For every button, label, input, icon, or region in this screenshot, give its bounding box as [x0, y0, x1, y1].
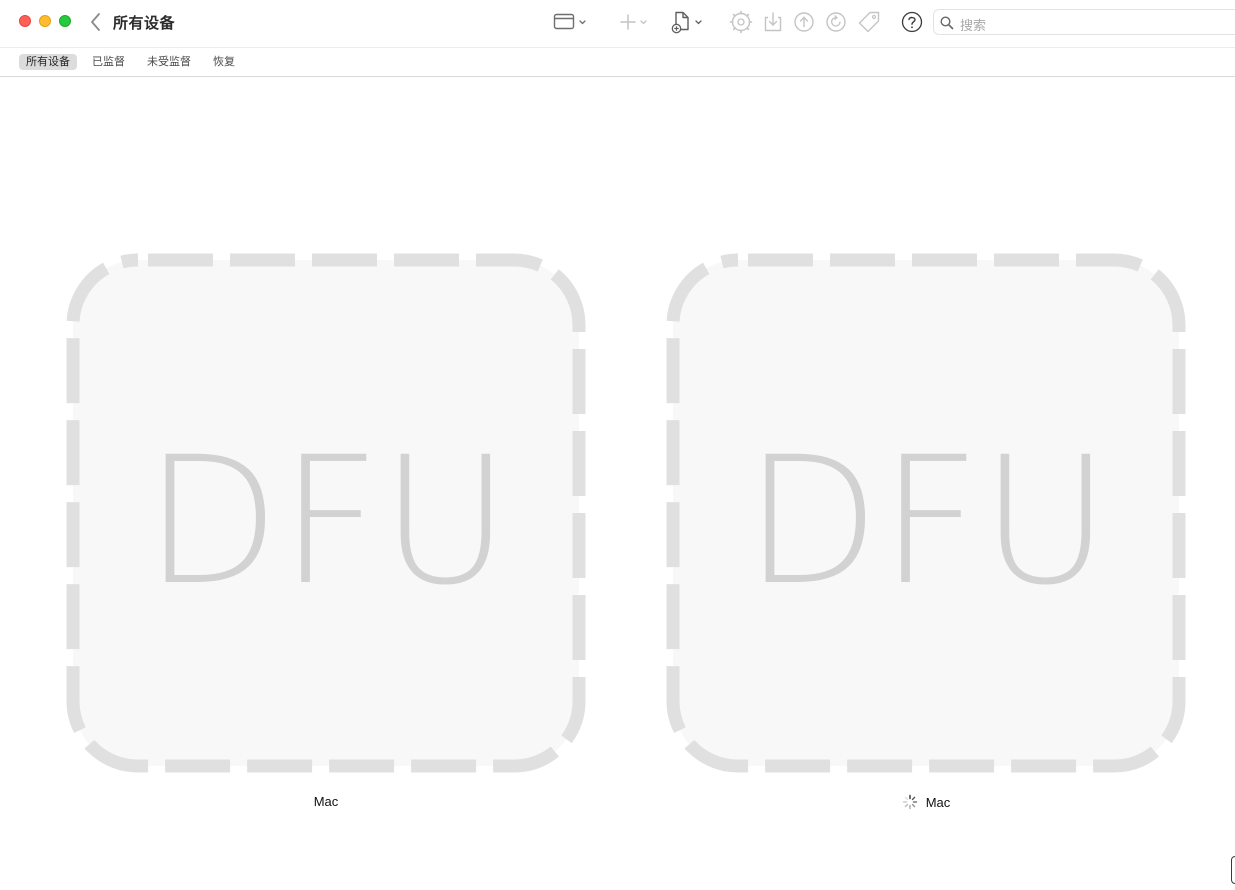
dfu-tile-text: DFU: [744, 419, 1110, 624]
filter-all-devices[interactable]: 所有设备: [19, 54, 77, 70]
add-icon[interactable]: [618, 9, 652, 35]
dfu-tile-text: DFU: [144, 419, 510, 624]
filter-recovery[interactable]: 恢复: [206, 54, 242, 70]
window-title: 所有设备: [113, 15, 176, 32]
upload-icon[interactable]: [791, 9, 817, 35]
download-icon[interactable]: [760, 9, 786, 35]
dfu-device-tile[interactable]: DFU: [665, 252, 1187, 774]
filter-divider: [0, 76, 1235, 77]
close-window-button[interactable]: [19, 15, 31, 27]
filter-supervised[interactable]: 已监督: [85, 54, 132, 70]
prepare-icon[interactable]: [728, 9, 754, 35]
loading-spinner-icon: [902, 794, 917, 810]
dfu-device-tile[interactable]: DFU: [65, 252, 587, 774]
device-name: Mac: [313, 794, 339, 809]
search-icon: [940, 16, 954, 30]
device-name: Mac: [925, 794, 951, 810]
tag-icon[interactable]: [856, 9, 882, 35]
minimize-window-button[interactable]: [39, 15, 51, 27]
back-chevron-icon[interactable]: [86, 11, 106, 33]
restore-icon[interactable]: [823, 9, 849, 35]
search-field[interactable]: 搜索: [933, 9, 1235, 35]
zoom-window-button[interactable]: [59, 15, 71, 27]
window-view-icon[interactable]: [552, 9, 590, 35]
window-edge-handle[interactable]: [1231, 856, 1235, 884]
help-icon[interactable]: [899, 9, 925, 35]
filter-bar: 所有设备 已监督 未受监督 恢复: [0, 48, 1235, 76]
filter-unsupervised[interactable]: 未受监督: [140, 54, 198, 70]
search-placeholder: 搜索: [960, 18, 987, 33]
add-document-icon[interactable]: [670, 9, 706, 35]
device-name-row: Mac: [665, 794, 1187, 813]
title-bar: 所有设备 搜索: [0, 0, 1235, 46]
device-name-row: Mac: [65, 794, 587, 809]
